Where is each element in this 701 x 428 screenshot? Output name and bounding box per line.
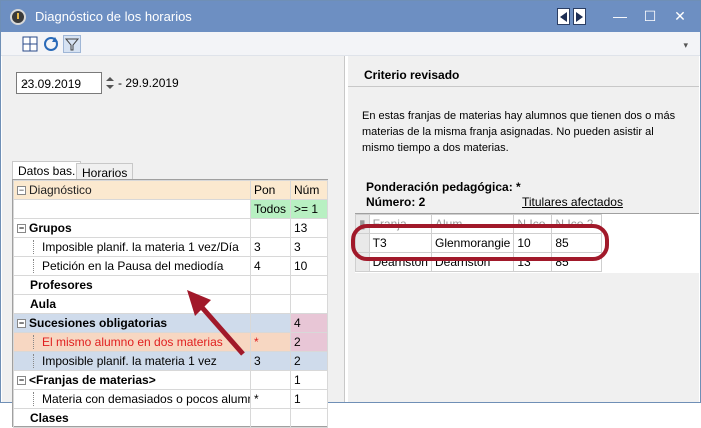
filter-num[interactable]: >= 1 [290,199,328,219]
divider [348,86,699,87]
end-date: - 29.9.2019 [118,76,179,90]
collapse-icon[interactable]: − [17,319,26,329]
tab-datos-bas[interactable]: Datos bas. [12,161,82,179]
table-row[interactable]: Imposible planif. la materia 1 vez 3 2 [13,351,328,371]
table-row[interactable]: Petición en la Pausa del mediodía 4 10 [13,256,328,276]
start-date-picker[interactable]: 23.09.2019 ⌄ [16,72,102,94]
collapse-icon[interactable]: − [17,186,26,196]
annotation-arrow-icon [187,290,245,356]
table-row[interactable]: Materia con demasiados o pocos alumnos *… [13,389,328,409]
header-diagnostico[interactable]: − Diagnóstico [13,180,251,200]
criterion-title: Criterio revisado [364,68,460,82]
clock-icon [10,9,26,25]
refresh-icon[interactable] [42,35,60,53]
toolbar: ▾ [1,32,700,56]
diagnostics-grid: − Diagnóstico Pon Núm Todos >= 1 − Grupos … [12,179,328,428]
diagnostics-window: Diagnóstico de los horarios — ☐ ✕ ▾ 23.0… [0,0,701,428]
collapse-icon[interactable]: − [17,224,26,234]
criterion-description: En estas franjas de materias hay alumnos… [362,110,676,154]
grid-icon[interactable] [21,35,39,53]
table-row[interactable]: Aula [13,294,328,314]
tab-horarios[interactable]: Horarios [76,163,134,180]
titulares-link[interactable]: Titulares afectados [522,195,623,209]
table-row[interactable]: Clases [13,408,328,428]
table-row[interactable]: Imposible planif. la materia 1 vez/Día 3… [13,237,328,257]
highlight-ellipse [351,224,609,261]
prev-arrow-icon[interactable] [557,8,570,25]
next-arrow-icon[interactable] [573,8,586,25]
left-pane: 23.09.2019 ⌄ - 29.9.2019 Datos bas. Hora… [2,56,345,428]
filter-icon[interactable] [63,35,81,53]
ponderacion-label: Ponderación pedagógica: * [366,180,521,194]
toolbar-overflow-icon[interactable]: ▾ [683,40,688,51]
maximize-icon[interactable]: ☐ [635,6,665,26]
table-row[interactable]: − <Franjas de materias> 1 [13,370,328,390]
header-num[interactable]: Núm [290,180,328,200]
minimize-icon[interactable]: — [605,6,635,26]
window-title: Diagnóstico de los horarios [35,9,192,24]
table-row-selected[interactable]: El mismo alumno en dos materias * 2 [13,332,328,352]
date-spinner[interactable] [104,72,116,94]
chevron-down-icon[interactable]: ⌄ [21,75,97,88]
numero-label: Número: 2 [366,195,426,209]
filter-cell-empty [13,199,251,219]
close-icon[interactable]: ✕ [665,6,695,26]
collapse-icon[interactable]: − [17,376,26,386]
filter-pon[interactable]: Todos [250,199,291,219]
header-pon[interactable]: Pon [250,180,291,200]
table-row[interactable]: Profesores [13,275,328,295]
table-row[interactable]: − Grupos 13 [13,218,328,238]
title-bar: Diagnóstico de los horarios — ☐ ✕ [1,1,700,32]
table-row[interactable]: − Sucesiones obligatorias 4 [13,313,328,333]
